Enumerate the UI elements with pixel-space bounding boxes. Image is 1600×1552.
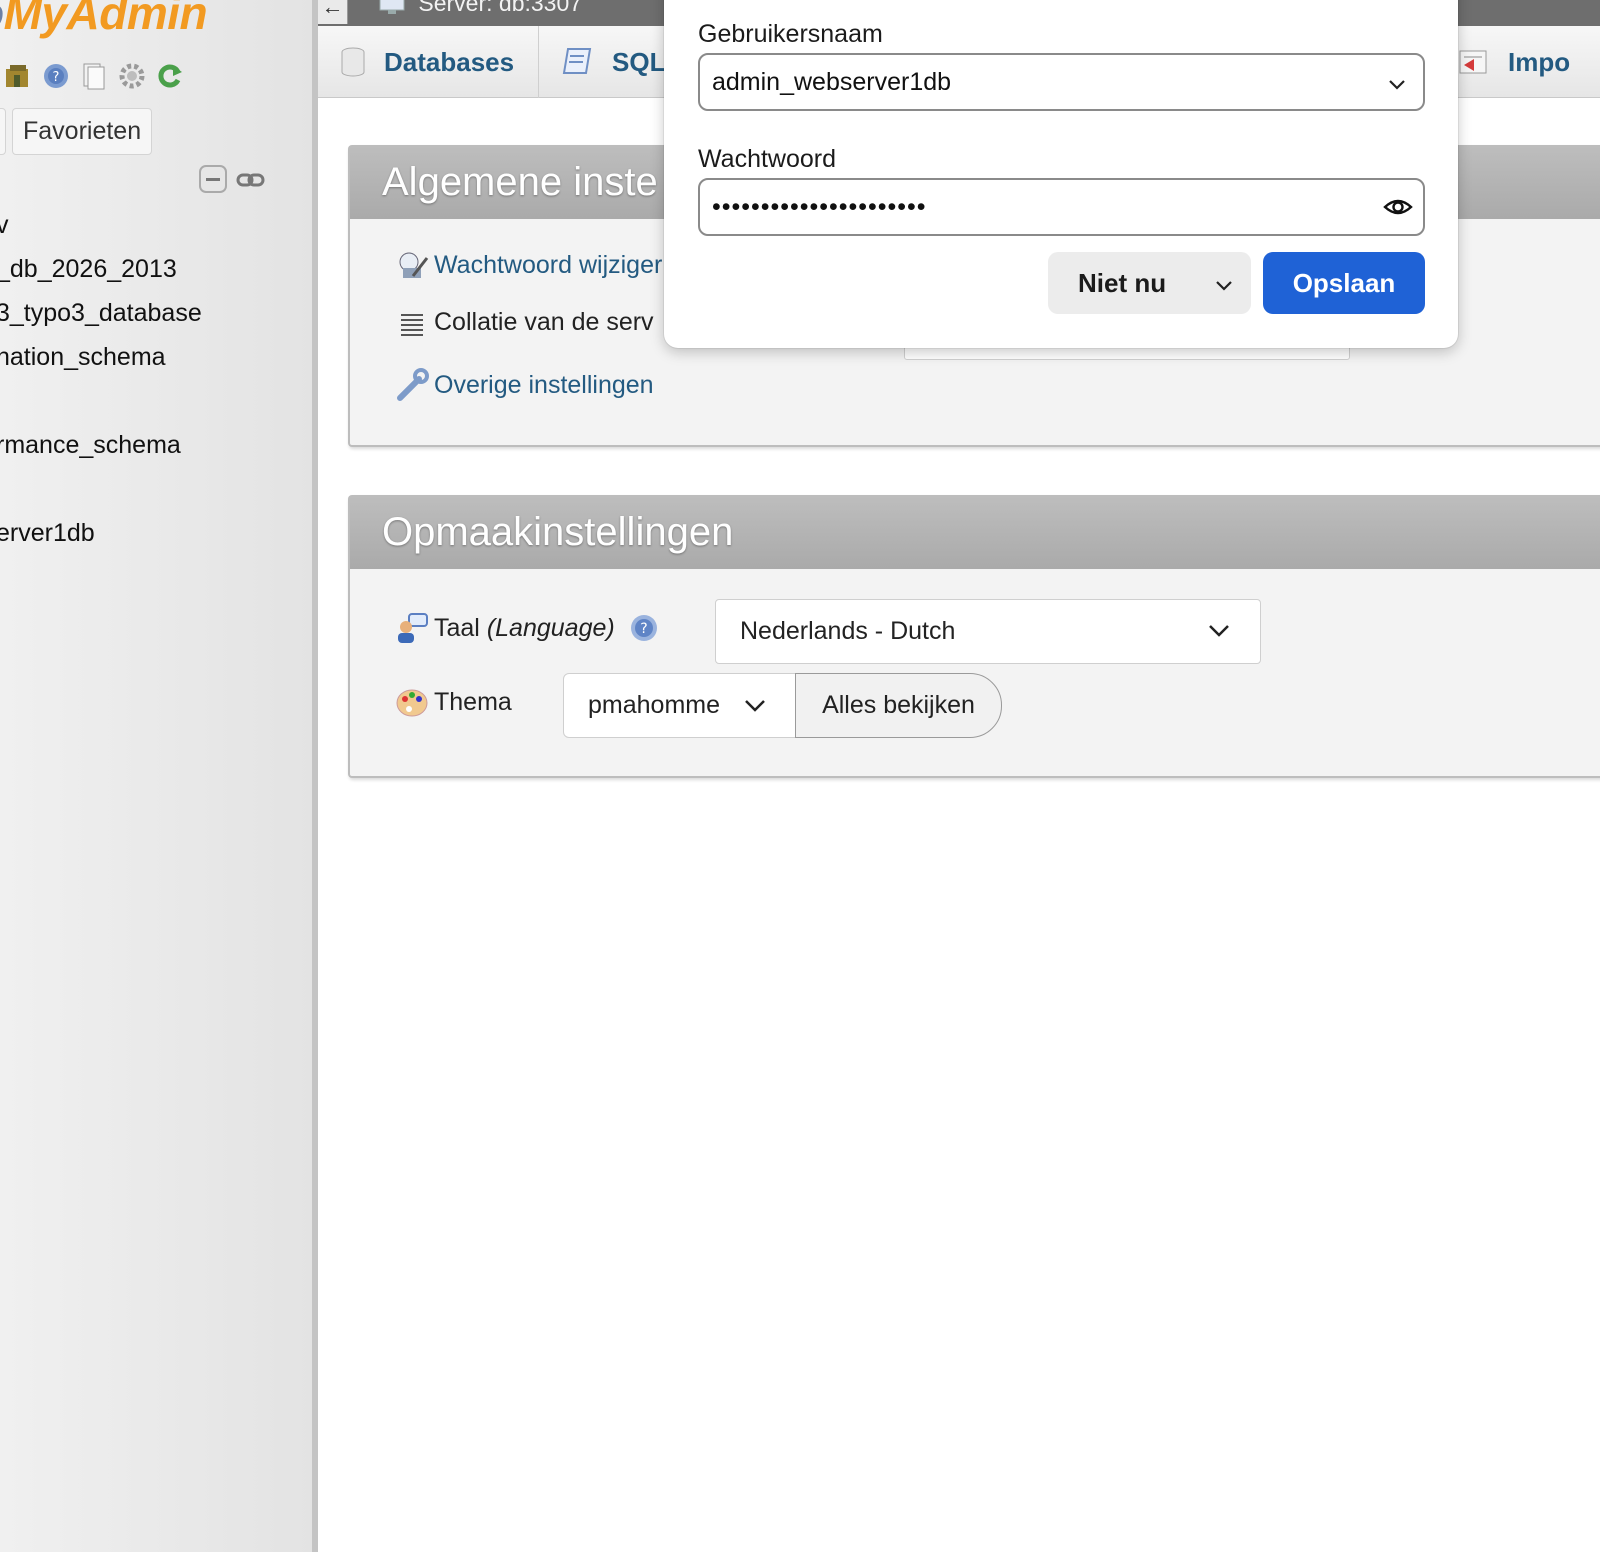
sql-scroll-icon [560,45,594,79]
save-password-button[interactable]: Opslaan [1263,252,1425,314]
home-icon[interactable] [2,60,33,91]
server-collation-row: Collatie van de serv [394,308,654,337]
change-password-link[interactable]: Wachtwoord wijziger [434,251,662,280]
username-label: Gebruikersnaam [698,20,883,48]
language-label: Taal [434,613,480,642]
more-settings-row: Overige instellingen [394,368,654,402]
database-item[interactable]: rmance_schema [0,426,202,470]
database-item[interactable] [0,470,202,514]
tab-sql-label: SQL [612,46,666,77]
database-item[interactable]: nation_schema [0,338,202,382]
server-icon [378,0,418,16]
reload-icon[interactable] [154,60,185,91]
language-person-icon [394,611,430,645]
theme-label: Thema [434,687,512,716]
language-label-english: (Language) [486,613,615,642]
navigation-sidebar: oMyAdmin ? Favorieten v _db_2026_2013 3_… [0,0,312,1552]
collapse-all-icon[interactable] [198,164,230,201]
sidebar-icon-bar: ? [2,60,185,91]
password-field[interactable]: •••••••••••••••••••••• [698,178,1425,236]
toggle-sidebar-button[interactable]: ← [318,0,348,24]
favorites-button[interactable]: Favorieten [12,108,153,155]
tab-import-label: Impo [1508,46,1571,77]
phpmyadmin-logo[interactable]: oMyAdmin [0,0,208,40]
tab-import[interactable]: Impo [1456,26,1570,98]
sidebar-resize-handle[interactable] [312,0,318,1552]
chevron-down-icon [1206,618,1232,649]
list-lines-icon [394,310,430,336]
link-with-main-panel-icon[interactable] [236,170,266,195]
import-icon [1456,47,1490,77]
database-item[interactable]: _db_2026_2013 [0,250,202,294]
change-password-row: Wachtwoord wijziger [394,248,662,282]
palette-icon [394,685,430,719]
username-select[interactable]: admin_webserver1db [698,53,1425,111]
theme-row: Thema [394,685,512,719]
server-breadcrumb[interactable]: Server: db:3307 [378,0,582,17]
tab-databases[interactable]: Databases [340,26,514,98]
save-password-popup: Gebruikersnaam admin_webserver1db Wachtw… [664,0,1458,348]
tab-sql[interactable]: SQL [560,26,665,98]
chevron-down-icon [742,692,768,723]
more-settings-link[interactable]: Overige instellingen [434,371,654,400]
password-label: Wachtwoord [698,145,837,173]
server-label-text: Server: db:3307 [418,0,583,16]
database-item[interactable]: v [0,206,202,250]
logo-text: MyAdmin [3,0,208,39]
language-row: Taal (Language) ? [394,611,659,645]
appearance-settings-title: Opmaakinstellingen [350,497,1600,569]
svg-text:?: ? [52,70,59,85]
svg-text:?: ? [640,621,647,637]
language-help-icon[interactable]: ? [629,613,659,643]
settings-gear-icon[interactable] [116,60,147,91]
view-all-themes-button[interactable]: Alles bekijken [795,673,1002,738]
chevron-down-icon[interactable] [1214,276,1234,301]
documentation-icon[interactable] [78,60,109,91]
server-collation-label: Collatie van de serv [434,308,654,336]
database-tree: v _db_2026_2013 3_typo3_database nation_… [0,206,202,558]
tab-divider [538,26,539,98]
wrench-icon [394,368,430,402]
database-item[interactable]: l [0,382,202,426]
show-password-eye-icon[interactable] [1382,192,1414,227]
database-item[interactable]: 3_typo3_database [0,294,202,338]
database-item[interactable]: erver1db [0,514,202,558]
help-icon[interactable]: ? [40,60,71,91]
recent-button[interactable] [0,108,6,155]
tab-databases-label: Databases [384,46,515,77]
password-key-icon [394,248,430,282]
database-icon [340,46,366,78]
chevron-down-icon [1386,74,1408,101]
language-select[interactable]: Nederlands - Dutch [715,599,1261,664]
